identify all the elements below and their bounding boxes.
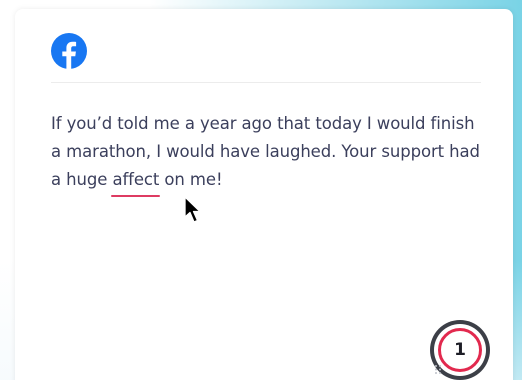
suggestion-count: 1 [438, 328, 482, 372]
mouse-cursor-icon [184, 196, 201, 223]
assistant-badge[interactable]: 1 [430, 320, 490, 380]
divider [51, 82, 481, 83]
facebook-icon [51, 33, 87, 69]
post-text-part2: on me! [159, 170, 223, 189]
flagged-word[interactable]: affect [111, 166, 161, 197]
post-text[interactable]: If you’d told me a year ago that today I… [51, 110, 481, 197]
drag-handle-icon[interactable] [434, 364, 443, 375]
post-card: If you’d told me a year ago that today I… [15, 9, 513, 380]
